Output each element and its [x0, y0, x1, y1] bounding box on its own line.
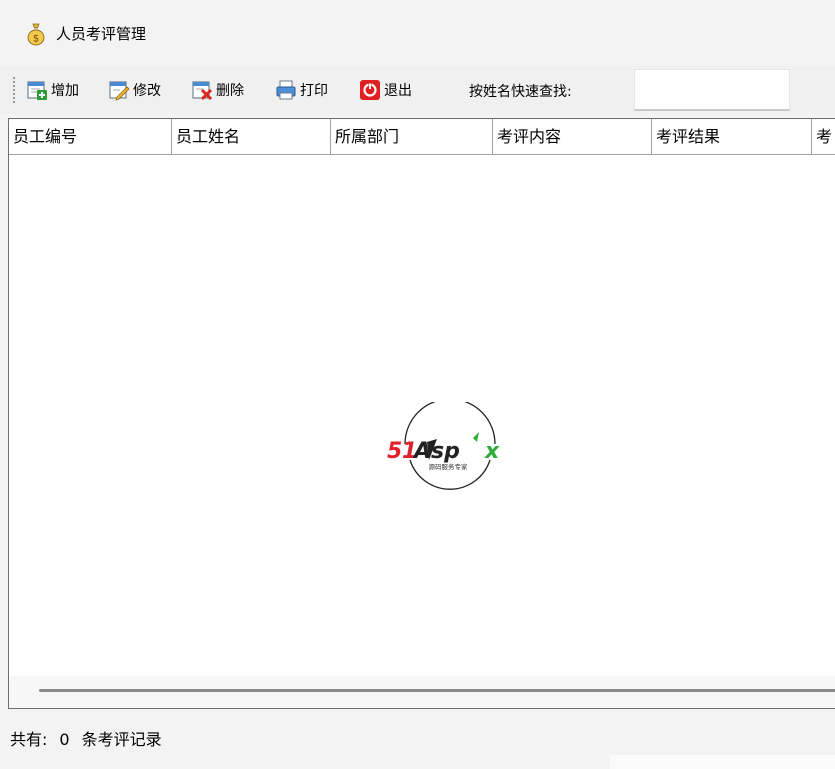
- edit-label: 修改: [133, 83, 161, 99]
- print-button[interactable]: 打印: [275, 76, 328, 104]
- print-label: 打印: [300, 83, 328, 99]
- horizontal-scrollbar[interactable]: [9, 676, 835, 708]
- svg-text:$: $: [33, 34, 39, 45]
- search-label: 按姓名快速查找:: [469, 84, 572, 100]
- brand-watermark-logo: 5 1 Asp x 源码服务专家: [387, 402, 500, 490]
- svg-text:x: x: [484, 439, 500, 464]
- column-header-evaluation-result[interactable]: 考评结果: [652, 119, 812, 154]
- window-title: 人员考评管理: [56, 25, 147, 43]
- column-header-employee-name[interactable]: 员工姓名: [172, 119, 331, 154]
- svg-text:5: 5: [387, 439, 402, 464]
- column-header-department[interactable]: 所属部门: [331, 119, 493, 154]
- delete-button[interactable]: 删除: [191, 76, 244, 104]
- edit-document-icon: [109, 81, 130, 101]
- exit-button[interactable]: 退出: [359, 76, 412, 104]
- column-header-evaluation-partial[interactable]: 考: [812, 119, 835, 154]
- svg-text:源码服务专家: 源码服务专家: [429, 462, 469, 471]
- status-suffix: 条考评记录: [81, 730, 162, 749]
- status-prefix: 共有:: [10, 730, 48, 749]
- scrollbar-thumb[interactable]: [39, 689, 835, 692]
- bottom-edge: [610, 755, 835, 769]
- money-bag-icon: $: [27, 23, 45, 46]
- printer-icon: [276, 80, 296, 100]
- name-search-input[interactable]: [634, 69, 790, 111]
- record-count-status: 共有: 0 条考评记录: [10, 726, 162, 750]
- toolbar-grip[interactable]: [12, 76, 16, 104]
- record-count: 0: [59, 730, 70, 749]
- exit-label: 退出: [384, 83, 412, 99]
- column-header-employee-id[interactable]: 员工编号: [9, 119, 172, 154]
- delete-label: 删除: [216, 83, 244, 99]
- add-document-icon: [27, 81, 47, 100]
- add-button[interactable]: 增加: [26, 76, 79, 104]
- edit-button[interactable]: 修改: [108, 76, 161, 104]
- title-bar: $ 人员考评管理: [0, 0, 835, 62]
- column-header-evaluation-content[interactable]: 考评内容: [493, 119, 652, 154]
- grid-header: 员工编号 员工姓名 所属部门 考评内容 考评结果 考: [9, 119, 835, 155]
- svg-text:Asp: Asp: [412, 439, 460, 464]
- delete-document-icon: [192, 81, 213, 101]
- exit-icon: [360, 80, 380, 100]
- add-label: 增加: [51, 83, 79, 99]
